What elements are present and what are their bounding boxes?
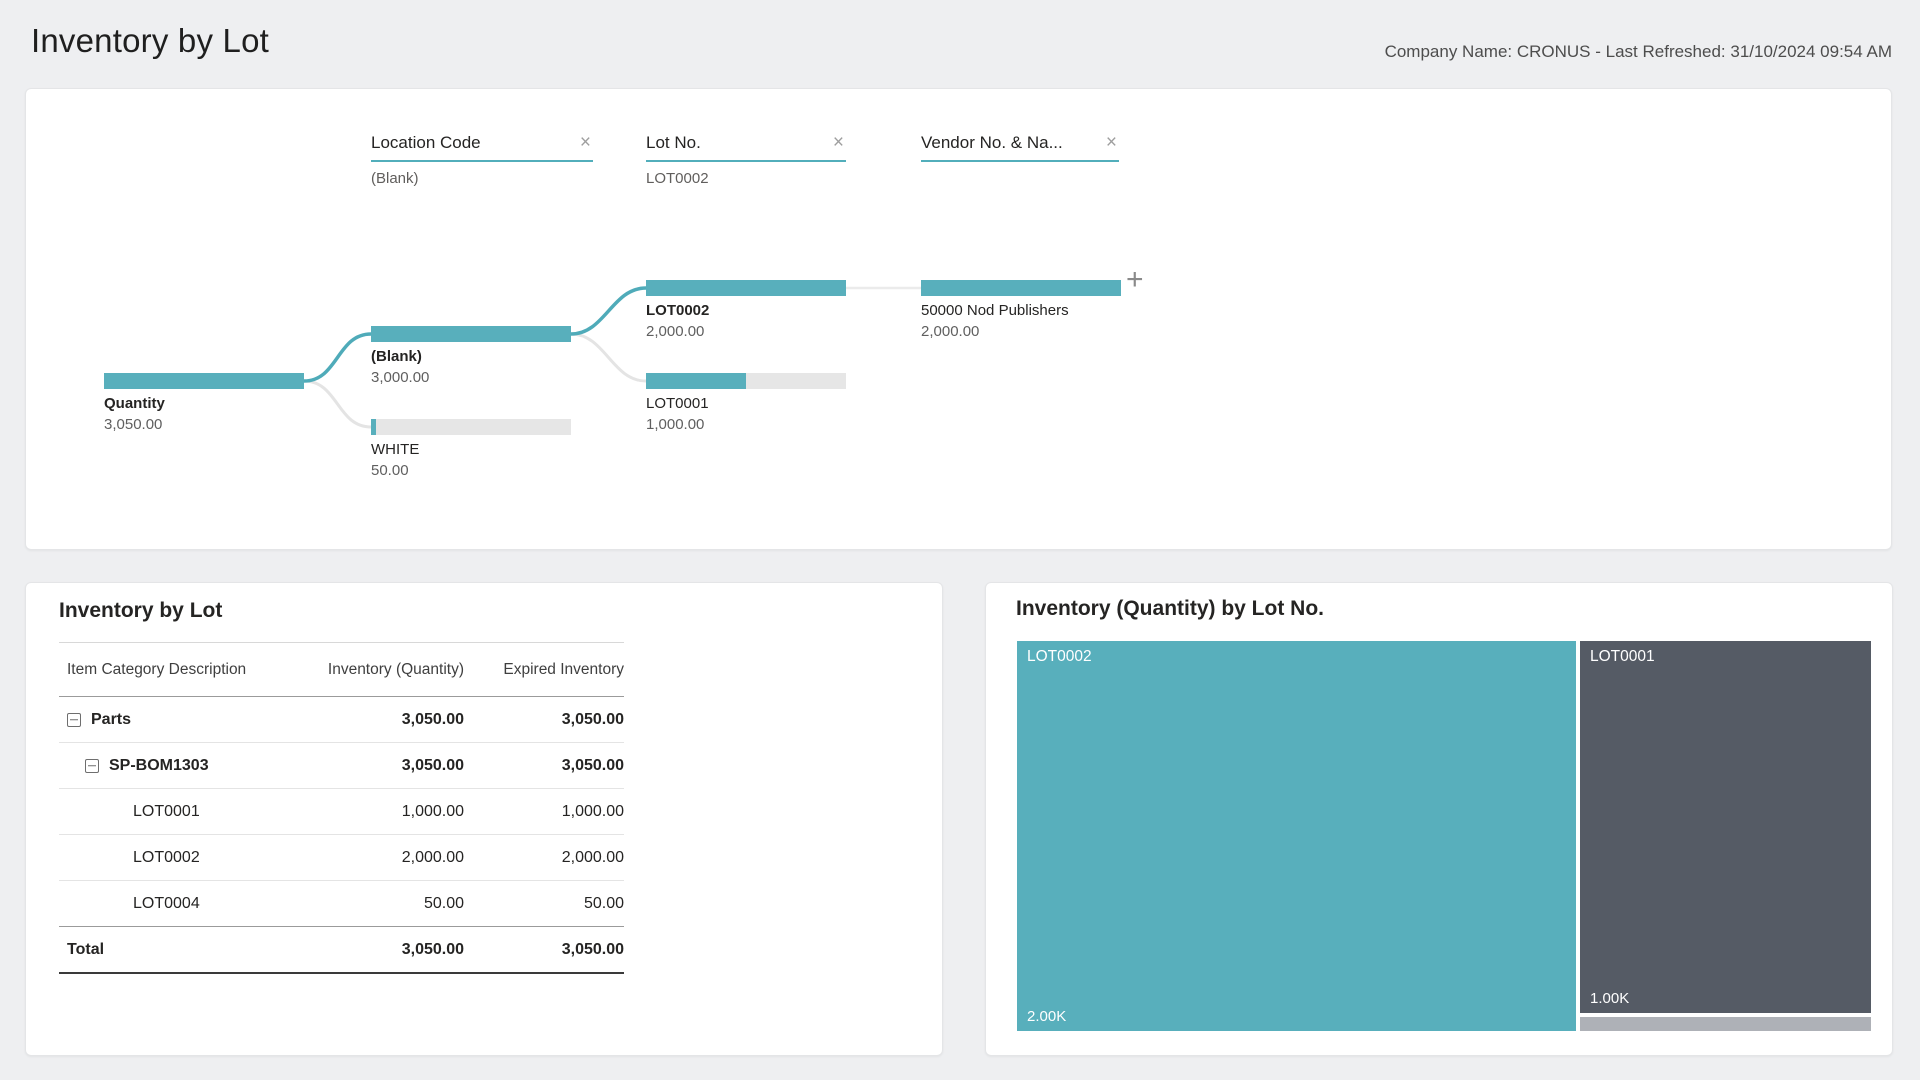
filter-location-code-header[interactable]: Location Code × <box>371 133 593 162</box>
row-label: SP-BOM1303 <box>109 757 209 775</box>
inventory-quantity-cell: 1,000.00 <box>304 803 464 821</box>
tree-node-value: 2,000.00 <box>646 323 846 340</box>
company-refresh-meta: Company Name: CRONUS - Last Refreshed: 3… <box>1385 42 1892 62</box>
treemap-tile-lot0002[interactable]: LOT0002 2.00K <box>1017 641 1576 1031</box>
filter-location-code-value: (Blank) <box>371 170 593 187</box>
expand-plus-icon[interactable]: + <box>1126 265 1144 295</box>
page-title: Inventory by Lot <box>31 22 269 60</box>
filter-vendor-header[interactable]: Vendor No. & Na... × <box>921 133 1119 162</box>
filter-location-code-label: Location Code <box>371 133 481 153</box>
tree-node-lot0001-bar[interactable] <box>646 373 846 389</box>
tree-node-vendor: 50000 Nod Publishers 2,000.00 <box>921 280 1121 340</box>
tree-node-quantity-bar[interactable] <box>104 373 304 389</box>
table-row-sp-bom1303[interactable]: SP-BOM1303 3,050.00 3,050.00 <box>59 743 624 789</box>
treemap-title: Inventory (Quantity) by Lot No. <box>1016 597 1324 621</box>
filter-lot-no-header[interactable]: Lot No. × <box>646 133 846 162</box>
treemap-card: Inventory (Quantity) by Lot No. LOT0002 … <box>985 582 1893 1056</box>
tree-node-label: 50000 Nod Publishers <box>921 302 1121 319</box>
collapse-icon[interactable] <box>67 713 81 727</box>
treemap-tile-lot0004[interactable] <box>1580 1017 1871 1031</box>
tree-node-blank-bar[interactable] <box>371 326 571 342</box>
treemap-tile-lot0001[interactable]: LOT0001 1.00K <box>1580 641 1871 1013</box>
inventory-quantity-cell: 50.00 <box>304 895 464 913</box>
column-header-inventory-quantity[interactable]: Inventory (Quantity) <box>304 661 464 679</box>
inventory-quantity-cell: 3,050.00 <box>304 757 464 775</box>
table-row-lot0001[interactable]: LOT0001 1,000.00 1,000.00 <box>59 789 624 835</box>
table-row-parts[interactable]: Parts 3,050.00 3,050.00 <box>59 697 624 743</box>
tree-node-value: 3,000.00 <box>371 369 571 386</box>
filter-lot-no-value: LOT0002 <box>646 170 846 187</box>
tree-node-label: WHITE <box>371 441 571 458</box>
table-row-lot0002[interactable]: LOT0002 2,000.00 2,000.00 <box>59 835 624 881</box>
tree-node-value: 3,050.00 <box>104 416 304 433</box>
total-expired-cell: 3,050.00 <box>464 941 624 959</box>
inventory-quantity-cell: 2,000.00 <box>304 849 464 867</box>
treemap-area: LOT0002 2.00K LOT0001 1.00K <box>1017 641 1871 1031</box>
table-header-row: Item Category Description Inventory (Qua… <box>59 642 624 697</box>
close-icon[interactable]: × <box>831 136 846 150</box>
tree-node-label: (Blank) <box>371 348 571 365</box>
tree-node-label: Quantity <box>104 395 304 412</box>
expired-inventory-cell: 3,050.00 <box>464 757 624 775</box>
row-label: LOT0001 <box>133 803 200 821</box>
inventory-quantity-cell: 3,050.00 <box>304 711 464 729</box>
tree-node-label: LOT0001 <box>646 395 846 412</box>
tile-value: 2.00K <box>1027 1008 1066 1025</box>
tree-node-white-bar[interactable] <box>371 419 571 435</box>
tree-node-lot0002: LOT0002 2,000.00 <box>646 280 846 340</box>
expired-inventory-cell: 2,000.00 <box>464 849 624 867</box>
tree-node-value: 50.00 <box>371 462 571 479</box>
tree-node-value: 2,000.00 <box>921 323 1121 340</box>
inventory-table-card: Inventory by Lot Item Category Descripti… <box>25 582 943 1056</box>
table-total-row: Total 3,050.00 3,050.00 <box>59 927 624 974</box>
filter-location-code[interactable]: Location Code × (Blank) <box>371 133 593 187</box>
filter-vendor-label: Vendor No. & Na... <box>921 133 1063 153</box>
expired-inventory-cell: 3,050.00 <box>464 711 624 729</box>
tree-node-vendor-bar[interactable] <box>921 280 1121 296</box>
expired-inventory-cell: 50.00 <box>464 895 624 913</box>
tree-node-value: 1,000.00 <box>646 416 846 433</box>
row-label: LOT0004 <box>133 895 200 913</box>
column-header-item-category[interactable]: Item Category Description <box>59 661 304 679</box>
total-label: Total <box>67 941 104 959</box>
collapse-icon[interactable] <box>85 759 99 773</box>
expired-inventory-cell: 1,000.00 <box>464 803 624 821</box>
table-row-lot0004[interactable]: LOT0004 50.00 50.00 <box>59 881 624 927</box>
tree-node-quantity: Quantity 3,050.00 <box>104 373 304 433</box>
tile-value: 1.00K <box>1590 990 1629 1007</box>
filter-lot-no-label: Lot No. <box>646 133 701 153</box>
tree-node-blank: (Blank) 3,000.00 <box>371 326 571 386</box>
tile-label: LOT0002 <box>1027 648 1092 666</box>
close-icon[interactable]: × <box>578 136 593 150</box>
row-label: Parts <box>91 711 131 729</box>
tree-node-lot0002-bar[interactable] <box>646 280 846 296</box>
filter-vendor-value <box>921 170 1119 187</box>
table-title: Inventory by Lot <box>59 599 624 623</box>
inventory-matrix: Inventory by Lot Item Category Descripti… <box>59 599 624 974</box>
tree-node-label: LOT0002 <box>646 302 846 319</box>
filter-lot-no[interactable]: Lot No. × LOT0002 <box>646 133 846 187</box>
decomposition-tree-card: Location Code × (Blank) Lot No. × LOT000… <box>25 88 1892 550</box>
column-header-expired-inventory[interactable]: Expired Inventory <box>464 661 624 679</box>
row-label: LOT0002 <box>133 849 200 867</box>
close-icon[interactable]: × <box>1104 136 1119 150</box>
filter-vendor[interactable]: Vendor No. & Na... × <box>921 133 1119 187</box>
tree-node-lot0001: LOT0001 1,000.00 <box>646 373 846 433</box>
total-quantity-cell: 3,050.00 <box>304 941 464 959</box>
tile-label: LOT0001 <box>1590 648 1655 666</box>
tree-node-white: WHITE 50.00 <box>371 419 571 479</box>
